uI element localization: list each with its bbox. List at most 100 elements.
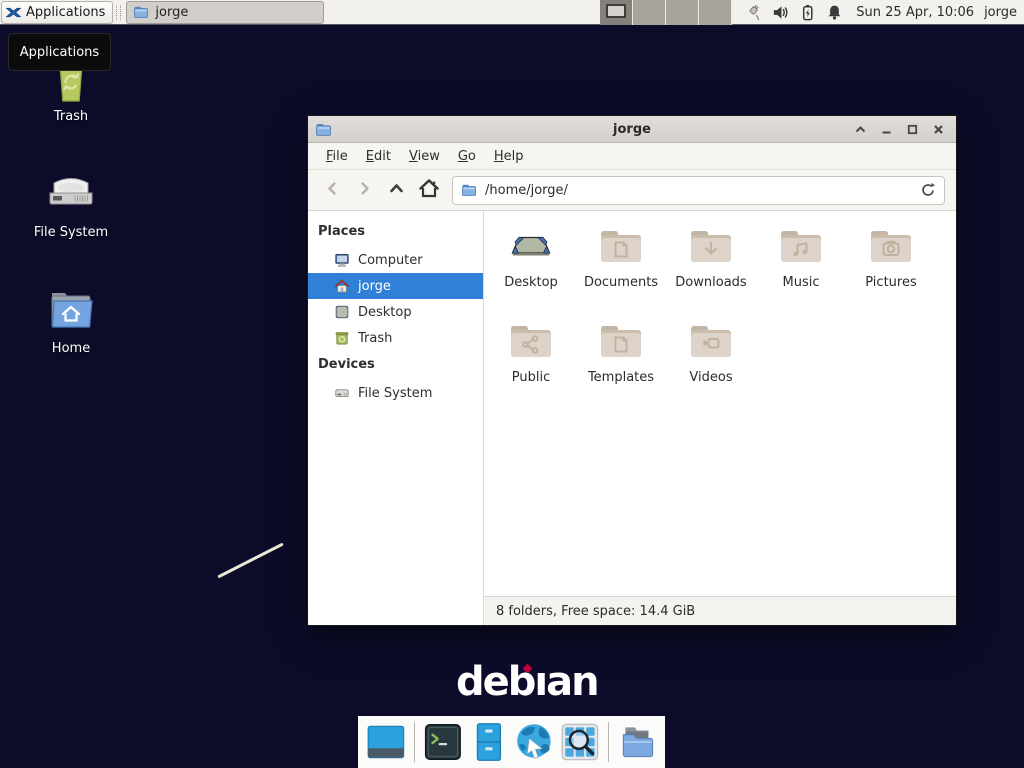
documents-folder-icon [597,222,645,270]
notifications-bell-icon[interactable] [825,3,844,22]
file-item-desktop[interactable]: Desktop [486,220,576,315]
home-icon [418,177,440,203]
show-desktop-icon[interactable] [365,721,407,763]
back-button[interactable] [319,177,346,204]
debian-logo: debıan [456,662,598,702]
clock[interactable]: Sun 25 Apr, 10:06 [852,5,984,20]
computer-icon [334,252,350,268]
terminal-icon[interactable] [422,721,464,763]
menu-item-file[interactable]: File [317,145,357,168]
file-item-music[interactable]: Music [756,220,846,315]
videos-folder-icon [687,317,735,365]
file-item-label: Documents [584,275,658,290]
files-folder-icon[interactable] [616,721,658,763]
file-item-label: Public [512,370,550,385]
file-manager-icon[interactable] [468,721,510,763]
pictures-folder-icon [867,222,915,270]
desktop-icon-home[interactable]: Home [14,284,128,356]
top-panel: Applications jorge Sun 25 Apr, 10:06 jor… [0,0,1024,25]
filesystem-desktop-icon [45,168,97,220]
volume-icon[interactable] [771,3,790,22]
app-finder-icon[interactable] [559,721,601,763]
workspace-window-preview [606,4,626,18]
desktop-icon-label: Trash [54,109,88,124]
home-desktop-icon [45,284,97,336]
file-item-label: Templates [588,370,654,385]
workspace-switcher [600,0,732,25]
file-item-downloads[interactable]: Downloads [666,220,756,315]
folder-icon [133,4,149,20]
path-input[interactable]: /home/jorge/ [485,183,920,198]
workspace-3[interactable] [666,0,699,25]
file-item-label: Music [783,275,820,290]
desktop-icon-file-system[interactable]: File System [14,168,128,240]
music-folder-icon [777,222,825,270]
battery-icon[interactable] [798,3,817,22]
forward-icon [357,181,372,200]
reload-button[interactable] [920,182,936,198]
file-item-pictures[interactable]: Pictures [846,220,936,315]
sidebar-header-places: Places [308,218,483,247]
desktop-folder-icon [507,222,555,270]
sidebar-header-devices: Devices [308,351,483,380]
menu-item-view[interactable]: View [400,145,449,168]
workspace-2[interactable] [633,0,666,25]
desktop-place-icon [334,304,350,320]
web-browser-icon[interactable] [513,721,555,763]
up-icon [389,181,404,200]
window-taskbar: jorge [124,1,600,24]
dock [358,716,665,768]
file-item-templates[interactable]: Templates [576,315,666,410]
file-item-label: Downloads [675,275,746,290]
desktop-artifact-line [217,543,283,579]
home-button[interactable] [415,177,442,204]
workspace-1[interactable] [600,0,633,25]
file-item-label: Pictures [865,275,916,290]
sidebar-item-label: Desktop [358,305,412,320]
window-titlebar[interactable]: jorge [308,116,956,143]
applications-menu-label: Applications [26,5,105,20]
applications-menu-button[interactable]: Applications [1,1,113,24]
dock-separator [414,722,415,762]
taskbar-button-jorge[interactable]: jorge [126,1,324,24]
file-item-label: Videos [689,370,732,385]
sidebar-item-file-system[interactable]: File System [308,380,483,406]
path-bar[interactable]: /home/jorge/ [452,176,945,205]
close-button[interactable] [932,123,945,136]
sidebar-item-label: File System [358,386,432,401]
file-icon-view[interactable]: Desktop Documents Downloads Music Pictures Pu… [484,211,956,596]
up-button[interactable] [383,177,410,204]
panel-handle[interactable] [116,5,121,20]
menu-item-edit[interactable]: Edit [357,145,400,168]
home-place-icon [334,278,350,294]
main-pane: Desktop Documents Downloads Music Pictures Pu… [484,211,956,625]
status-bar: 8 folders, Free space: 14.4 GiB [484,596,956,625]
window-controls [854,123,956,136]
sidebar-item-jorge[interactable]: jorge [308,273,483,299]
file-manager-window: jorge FileEditViewGoHelp /home/jorge/ Pl… [307,115,957,626]
maximize-button[interactable] [906,123,919,136]
shade-button[interactable] [854,123,867,136]
sidebar-item-trash[interactable]: Trash [308,325,483,351]
sidebar-item-label: jorge [358,279,391,294]
path-folder-icon [461,182,477,198]
minimize-button[interactable] [880,123,893,136]
status-text: 8 folders, Free space: 14.4 GiB [496,604,695,619]
network-icon[interactable] [744,3,763,22]
sidebar-item-desktop[interactable]: Desktop [308,299,483,325]
file-item-public[interactable]: Public [486,315,576,410]
forward-button[interactable] [351,177,378,204]
user-menu[interactable]: jorge [984,5,1024,20]
workspace-4[interactable] [699,0,732,25]
public-folder-icon [507,317,555,365]
harddrive-icon [334,385,350,401]
back-icon [325,181,340,200]
file-item-videos[interactable]: Videos [666,315,756,410]
file-item-documents[interactable]: Documents [576,220,666,315]
applications-tooltip-label: Applications [20,45,99,60]
menu-item-go[interactable]: Go [449,145,485,168]
xfce-logo-icon [5,4,22,21]
desktop: { "panel": { "applications_label": "Appl… [0,0,1024,768]
menu-item-help[interactable]: Help [485,145,533,168]
sidebar-item-computer[interactable]: Computer [308,247,483,273]
